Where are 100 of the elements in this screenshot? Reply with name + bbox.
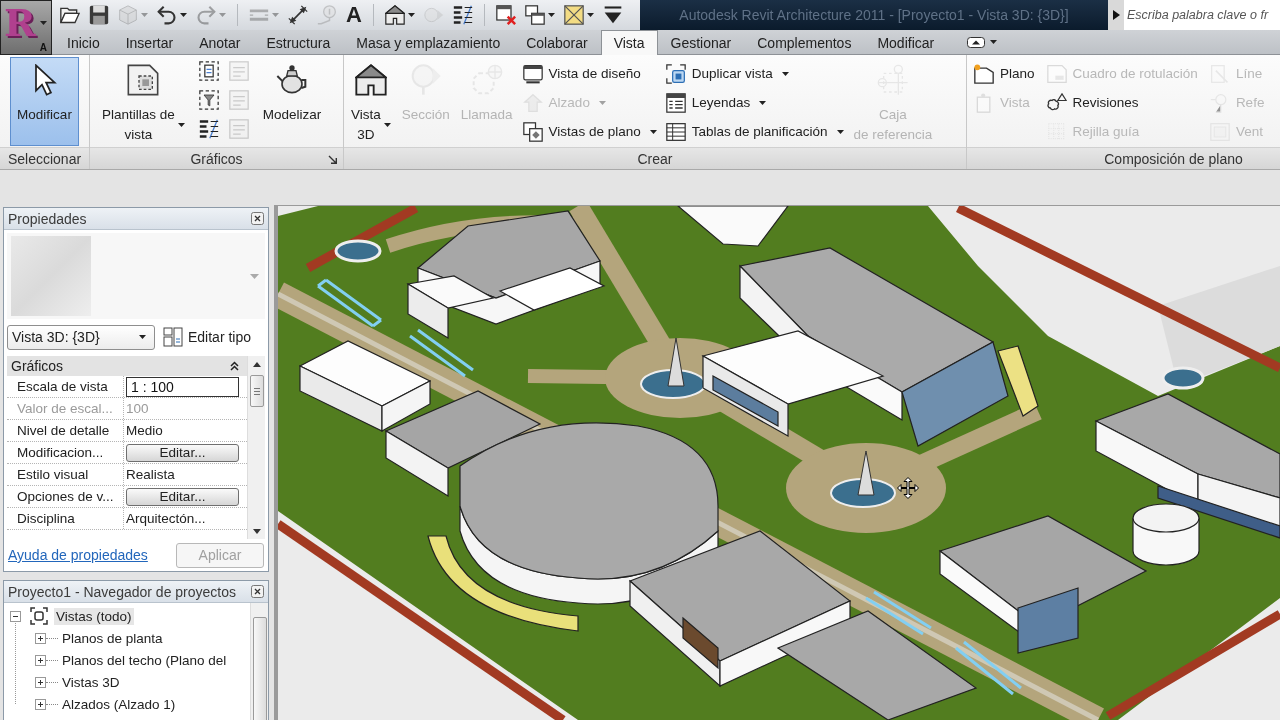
ribbon-button[interactable]: Plantillas de vista — [98, 57, 189, 146]
ribbon-tab[interactable]: Insertar — [112, 31, 187, 54]
scroll-up-icon[interactable] — [252, 362, 261, 367]
switch-windows-icon[interactable] — [524, 5, 545, 25]
search-field[interactable]: Escriba palabra clave o fr — [1124, 0, 1280, 30]
dropdown-arrow-icon[interactable] — [781, 71, 789, 76]
ribbon-tab[interactable]: Anotar — [186, 31, 254, 54]
ribbon-tab[interactable]: Gestionar — [657, 31, 745, 54]
ribbon-button[interactable]: Vistas de plano — [519, 117, 660, 146]
dialog-launcher-icon[interactable] — [328, 155, 337, 164]
type-selector[interactable]: Vista 3D: {3D} — [7, 324, 155, 350]
edit-type-button[interactable]: Editar tipo — [163, 327, 252, 347]
scrollbar[interactable] — [247, 356, 265, 539]
frame-corners-icon — [30, 607, 48, 625]
tree-item[interactable]: Vistas (todo) — [54, 607, 134, 625]
ribbon-tab[interactable]: Complementos — [744, 31, 865, 54]
dropdown-arrow-icon[interactable] — [547, 13, 555, 17]
ribbon-button[interactable]: Vista de diseño — [519, 59, 660, 88]
edit-type-icon — [163, 327, 183, 347]
panel-title: Composición de plano — [1104, 150, 1243, 167]
tree-item[interactable]: Alzados (Alzado 1) — [60, 695, 178, 713]
dropdown-arrow-icon[interactable] — [586, 13, 594, 17]
tree-item[interactable]: Planos del techo (Plano del — [60, 651, 229, 669]
list-icon — [665, 92, 686, 113]
table-icon — [665, 121, 686, 142]
house-icon[interactable] — [384, 5, 405, 25]
expand-toggle-icon[interactable] — [35, 654, 46, 666]
ribbon-button[interactable]: Modificar — [10, 57, 79, 146]
ribbon-toggle-icon[interactable] — [967, 36, 986, 48]
scrollbar-thumb[interactable] — [252, 617, 267, 720]
collapse-toggle-icon[interactable] — [10, 610, 21, 622]
property-name: Opciones de v... — [17, 489, 114, 504]
ribbon-tab[interactable]: Modificar — [864, 31, 948, 54]
ribbon-tab[interactable]: Masa y emplazamiento — [343, 31, 514, 54]
expand-toggle-icon[interactable] — [35, 698, 46, 710]
open-folder-icon[interactable] — [60, 5, 80, 25]
dropdown-arrow-icon[interactable] — [383, 123, 391, 127]
ribbon-tab[interactable]: Estructura — [253, 31, 344, 54]
property-name: Modificacion... — [17, 445, 104, 460]
ribbon-button[interactable]: Revisiones — [1043, 88, 1201, 117]
framed-square-icon — [665, 63, 686, 84]
overlapping-pages-icon — [522, 121, 543, 142]
dropdown-arrow-icon[interactable] — [177, 123, 185, 127]
filter-icon[interactable] — [198, 90, 219, 110]
ribbon-button[interactable]: Modelizar — [258, 57, 326, 146]
ribbon-tab[interactable]: Colaborar — [513, 31, 601, 54]
dropdown-arrow-icon[interactable] — [836, 129, 844, 134]
close-icon[interactable] — [251, 585, 264, 598]
close-icon[interactable] — [251, 212, 264, 225]
scroll-down-icon[interactable] — [252, 529, 261, 534]
group-title: Gráficos — [11, 358, 64, 374]
property-name: Escala de vista — [17, 379, 108, 394]
dropdown-arrow-icon[interactable] — [990, 40, 998, 44]
tree-item[interactable]: Planos de planta — [60, 629, 165, 647]
dropdown-arrow-icon[interactable] — [407, 13, 415, 17]
ribbon-button[interactable]: Tablas de planificación — [662, 117, 847, 146]
dropdown-arrow-icon[interactable] — [759, 100, 767, 105]
panel-title: Seleccionar — [7, 150, 82, 167]
application-menu-button[interactable]: R A — [0, 0, 52, 55]
dropdown-arrow-icon[interactable] — [180, 13, 187, 17]
crossed-square-icon[interactable] — [563, 5, 584, 25]
thin-lines-icon[interactable] — [452, 5, 473, 25]
property-name: Estilo visual — [17, 467, 89, 482]
up-arrow-icon — [522, 92, 543, 113]
dimension-icon[interactable] — [288, 5, 308, 25]
edit-button[interactable]: Editar... — [126, 487, 239, 506]
collapse-icon[interactable] — [230, 361, 239, 371]
scrollbar[interactable] — [250, 603, 268, 720]
help-link[interactable]: Ayuda de propiedades — [8, 547, 148, 563]
dropdown-arrow-icon[interactable] — [139, 335, 146, 339]
ribbon-button[interactable]: Duplicar vista — [662, 59, 847, 88]
move-cursor-icon — [897, 477, 919, 499]
tree-item[interactable]: Vistas 3D — [60, 673, 122, 691]
monitor-icon — [522, 63, 543, 84]
ribbon-button[interactable]: Vista 3D — [347, 57, 395, 146]
window-title: Autodesk Revit Architecture 2011 - [Proyecto1 - Vista 3D: {3D}] — [679, 7, 1069, 23]
text-tool-button[interactable]: A — [346, 4, 362, 26]
ribbon-button[interactable]: Plano — [971, 59, 1038, 88]
thin-lines-icon[interactable] — [198, 119, 219, 139]
ribbon-tab[interactable]: Inicio — [54, 31, 113, 54]
group-header-bar[interactable]: Gráficos — [7, 356, 247, 376]
framed-document-icon[interactable] — [198, 61, 219, 81]
ribbon-button[interactable]: Leyendas — [662, 88, 847, 117]
teapot-icon — [276, 64, 309, 96]
property-value-field[interactable]: 1 : 100 — [126, 376, 239, 397]
expand-toggle-icon[interactable] — [35, 632, 46, 644]
property-name: Disciplina — [17, 511, 75, 526]
edit-button[interactable]: Editar... — [126, 443, 239, 462]
property-value: Arquitectón... — [126, 511, 206, 526]
close-windows-icon[interactable] — [495, 5, 516, 25]
folded-page-icon — [127, 64, 160, 96]
dropdown-arrow-icon[interactable] — [649, 129, 657, 134]
scrollbar-thumb[interactable] — [249, 375, 264, 407]
customize-menu-icon[interactable] — [602, 5, 623, 25]
panel-title: Crear — [637, 150, 673, 167]
property-value: Medio — [126, 423, 163, 438]
expand-toggle-icon[interactable] — [35, 676, 46, 688]
ribbon-tab[interactable]: Vista — [600, 30, 658, 55]
undo-icon[interactable] — [157, 5, 177, 25]
property-name: Nivel de detalle — [17, 423, 110, 438]
